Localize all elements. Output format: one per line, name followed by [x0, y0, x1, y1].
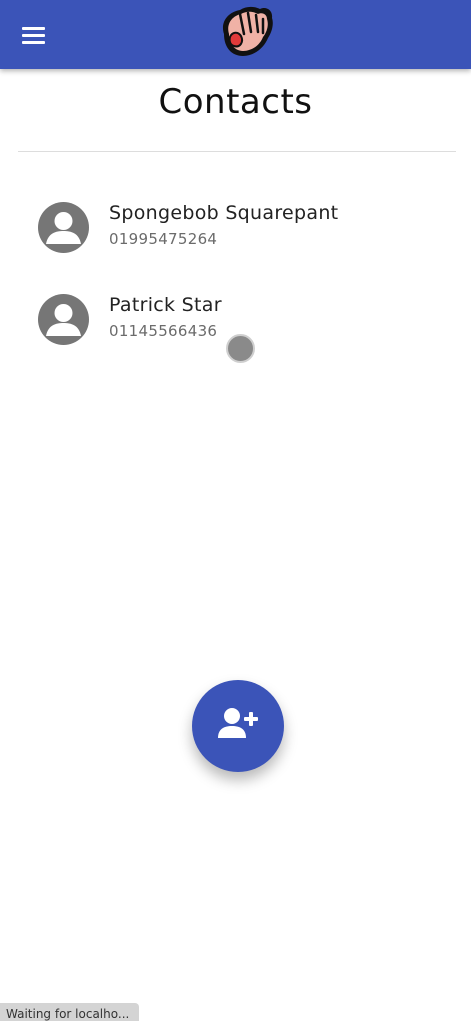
contact-phone: 01145566436	[109, 322, 218, 340]
add-user-icon	[218, 708, 258, 738]
hamburger-line	[22, 34, 45, 37]
contact-name: Spongebob Squarepant	[109, 202, 339, 224]
person-avatar-icon	[38, 294, 89, 345]
app-bar	[0, 0, 471, 69]
hamburger-line	[22, 41, 45, 44]
browser-status-bar: Waiting for localho...	[0, 1003, 140, 1021]
contact-phone: 01995475264	[109, 230, 218, 248]
contact-item[interactable]: Spongebob Squarepant 01995475264	[18, 190, 456, 266]
person-avatar-icon	[38, 202, 89, 253]
touch-cursor-indicator	[226, 334, 255, 363]
page-title: Contacts	[158, 82, 313, 122]
waving-hand-logo-icon[interactable]	[210, 4, 280, 62]
menu-button[interactable]	[16, 20, 52, 50]
hamburger-line	[22, 27, 45, 30]
title-divider	[18, 151, 456, 152]
add-contact-button[interactable]	[192, 680, 284, 772]
contact-name: Patrick Star	[109, 294, 222, 316]
